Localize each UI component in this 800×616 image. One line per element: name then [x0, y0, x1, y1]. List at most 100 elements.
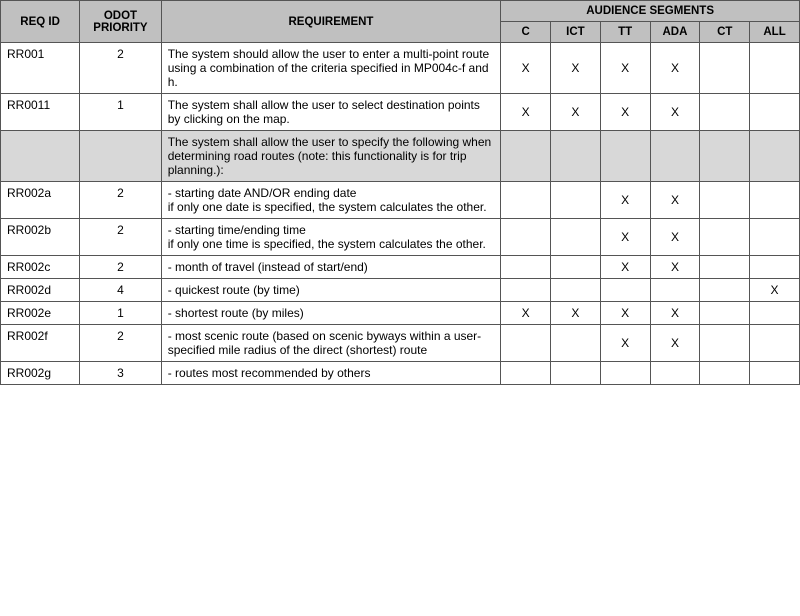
- odot-priority-cell: 2: [80, 182, 161, 219]
- segment-tt-cell: [600, 131, 650, 182]
- segment-tt-cell: X: [600, 94, 650, 131]
- segment-ada-cell: X: [650, 43, 700, 94]
- segment-ict-cell: X: [551, 43, 601, 94]
- segment-ict-cell: X: [551, 94, 601, 131]
- req-id-cell: RR002d: [1, 279, 80, 302]
- table-row: RR002e1- shortest route (by miles)XXXX: [1, 302, 800, 325]
- segment-ada-cell: X: [650, 302, 700, 325]
- requirement-cell: The system shall allow the user to selec…: [161, 94, 501, 131]
- segment-all-cell: [750, 94, 800, 131]
- segment-tt-cell: X: [600, 302, 650, 325]
- table-row: RR0012The system should allow the user t…: [1, 43, 800, 94]
- segment-ada-header: ADA: [650, 22, 700, 43]
- segment-all-cell: [750, 43, 800, 94]
- odot-priority-cell: [80, 131, 161, 182]
- segment-ct-cell: [700, 94, 750, 131]
- segment-c-cell: [501, 219, 551, 256]
- requirement-cell: - starting date AND/OR ending date if on…: [161, 182, 501, 219]
- req-id-cell: RR002f: [1, 325, 80, 362]
- segment-c-cell: X: [501, 302, 551, 325]
- header-row-top: REQ ID ODOT PRIORITY REQUIREMENT AUDIENC…: [1, 1, 800, 22]
- segment-ct-cell: [700, 279, 750, 302]
- segment-tt-cell: X: [600, 219, 650, 256]
- table-row: RR00111The system shall allow the user t…: [1, 94, 800, 131]
- req-id-cell: [1, 131, 80, 182]
- segment-ada-cell: X: [650, 219, 700, 256]
- segment-all-cell: [750, 131, 800, 182]
- odot-priority-cell: 2: [80, 219, 161, 256]
- segment-ct-cell: [700, 325, 750, 362]
- req-id-cell: RR002g: [1, 362, 80, 385]
- req-id-cell: RR001: [1, 43, 80, 94]
- table-row: RR002b2- starting time/ending time if on…: [1, 219, 800, 256]
- segment-tt-cell: X: [600, 325, 650, 362]
- segment-c-cell: [501, 131, 551, 182]
- segment-tt-cell: X: [600, 182, 650, 219]
- segment-ict-cell: [551, 256, 601, 279]
- odot-priority-cell: 2: [80, 325, 161, 362]
- segment-ada-cell: X: [650, 182, 700, 219]
- segment-ada-cell: [650, 362, 700, 385]
- segment-all-cell: [750, 325, 800, 362]
- segment-ict-cell: [551, 131, 601, 182]
- segment-tt-cell: [600, 362, 650, 385]
- segment-all-cell: [750, 256, 800, 279]
- segment-ct-cell: [700, 362, 750, 385]
- segment-all-cell: X: [750, 279, 800, 302]
- segment-all-header: ALL: [750, 22, 800, 43]
- odot-priority-cell: 3: [80, 362, 161, 385]
- segment-ct-header: CT: [700, 22, 750, 43]
- segment-all-cell: [750, 362, 800, 385]
- segment-tt-cell: X: [600, 256, 650, 279]
- segment-ict-cell: [551, 325, 601, 362]
- odot-priority-header: ODOT PRIORITY: [80, 1, 161, 43]
- audience-segments-header: AUDIENCE SEGMENTS: [501, 1, 800, 22]
- segment-c-cell: X: [501, 94, 551, 131]
- requirement-cell: The system should allow the user to ente…: [161, 43, 501, 94]
- segment-ct-cell: [700, 219, 750, 256]
- req-id-cell: RR002e: [1, 302, 80, 325]
- segment-tt-header: TT: [600, 22, 650, 43]
- segment-ict-cell: [551, 182, 601, 219]
- table-row: RR002d4- quickest route (by time) X: [1, 279, 800, 302]
- table-row: RR002a2- starting date AND/OR ending dat…: [1, 182, 800, 219]
- segment-ct-cell: [700, 256, 750, 279]
- segment-ict-cell: [551, 362, 601, 385]
- requirement-header: REQUIREMENT: [161, 1, 501, 43]
- requirement-cell: - month of travel (instead of start/end): [161, 256, 501, 279]
- req-id-cell: RR002b: [1, 219, 80, 256]
- requirements-table: REQ ID ODOT PRIORITY REQUIREMENT AUDIENC…: [0, 0, 800, 385]
- table-row: RR002c2- month of travel (instead of sta…: [1, 256, 800, 279]
- req-id-cell: RR002c: [1, 256, 80, 279]
- segment-ada-cell: [650, 131, 700, 182]
- segment-ct-cell: [700, 131, 750, 182]
- requirement-cell: The system shall allow the user to speci…: [161, 131, 501, 182]
- segment-ada-cell: X: [650, 94, 700, 131]
- segment-ct-cell: [700, 182, 750, 219]
- requirement-cell: - quickest route (by time): [161, 279, 501, 302]
- segment-ada-cell: X: [650, 256, 700, 279]
- segment-tt-cell: [600, 279, 650, 302]
- req-id-header: REQ ID: [1, 1, 80, 43]
- table-row: RR002g3- routes most recommended by othe…: [1, 362, 800, 385]
- requirement-cell: - starting time/ending time if only one …: [161, 219, 501, 256]
- requirement-cell: - shortest route (by miles): [161, 302, 501, 325]
- segment-all-cell: [750, 182, 800, 219]
- requirement-cell: - routes most recommended by others: [161, 362, 501, 385]
- segment-ict-cell: X: [551, 302, 601, 325]
- segment-ict-cell: [551, 219, 601, 256]
- segment-ct-cell: [700, 302, 750, 325]
- segment-all-cell: [750, 302, 800, 325]
- segment-ada-cell: X: [650, 325, 700, 362]
- req-id-cell: RR002a: [1, 182, 80, 219]
- segment-ct-cell: [700, 43, 750, 94]
- segment-c-cell: [501, 362, 551, 385]
- odot-priority-cell: 2: [80, 256, 161, 279]
- table-row: RR002f2- most scenic route (based on sce…: [1, 325, 800, 362]
- odot-priority-cell: 4: [80, 279, 161, 302]
- segment-ict-header: ICT: [551, 22, 601, 43]
- odot-priority-cell: 2: [80, 43, 161, 94]
- segment-ict-cell: [551, 279, 601, 302]
- req-id-cell: RR0011: [1, 94, 80, 131]
- segment-c-cell: [501, 279, 551, 302]
